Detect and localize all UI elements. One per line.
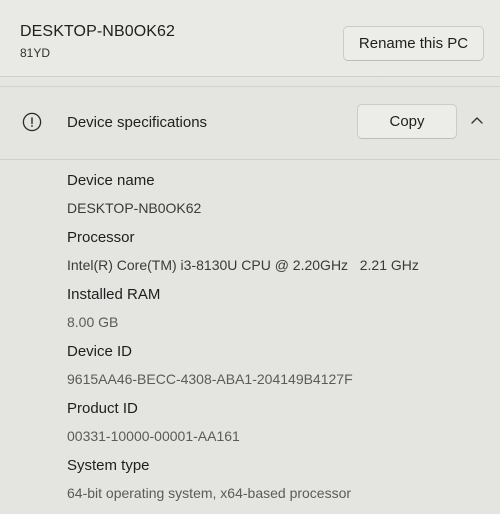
spec-label-system-type: System type <box>67 457 150 474</box>
rename-pc-button[interactable]: Rename this PC <box>343 26 484 61</box>
spec-value-processor: Intel(R) Core(TM) i3-8130U CPU @ 2.20GHz… <box>67 257 419 273</box>
spec-label-device-id: Device ID <box>67 343 133 360</box>
info-icon <box>22 112 42 132</box>
device-specifications-title: Device specifications <box>67 114 208 131</box>
pc-model: 81YD <box>20 46 51 60</box>
copy-specs-button[interactable]: Copy <box>357 104 457 139</box>
device-specifications-header[interactable]: Device specifications Copy <box>0 87 500 160</box>
spec-list: Device name DESKTOP-NB0OK62 Processor In… <box>67 170 487 512</box>
spec-label-device-name: Device name <box>67 172 155 189</box>
spec-label-product-id: Product ID <box>67 400 138 417</box>
spec-label-installed-ram: Installed RAM <box>67 286 161 303</box>
pc-name-card: DESKTOP-NB0OK62 81YD Rename this PC <box>0 0 500 77</box>
pc-name: DESKTOP-NB0OK62 <box>20 23 176 40</box>
spec-value-device-id: 9615AA46-BECC-4308-ABA1-204149B4127F <box>67 371 353 387</box>
spec-value-product-id: 00331-10000-00001-AA161 <box>67 428 240 444</box>
chevron-up-icon[interactable] <box>470 115 484 125</box>
settings-about-page: DESKTOP-NB0OK62 81YD Rename this PC Devi… <box>0 0 500 514</box>
device-specifications-card: Device specifications Copy Device name D… <box>0 86 500 514</box>
spec-label-processor: Processor <box>67 229 135 246</box>
spec-value-system-type: 64-bit operating system, x64-based proce… <box>67 485 352 501</box>
spec-value-device-name: DESKTOP-NB0OK62 <box>67 200 202 216</box>
spec-value-installed-ram: 8.00 GB <box>67 314 119 330</box>
